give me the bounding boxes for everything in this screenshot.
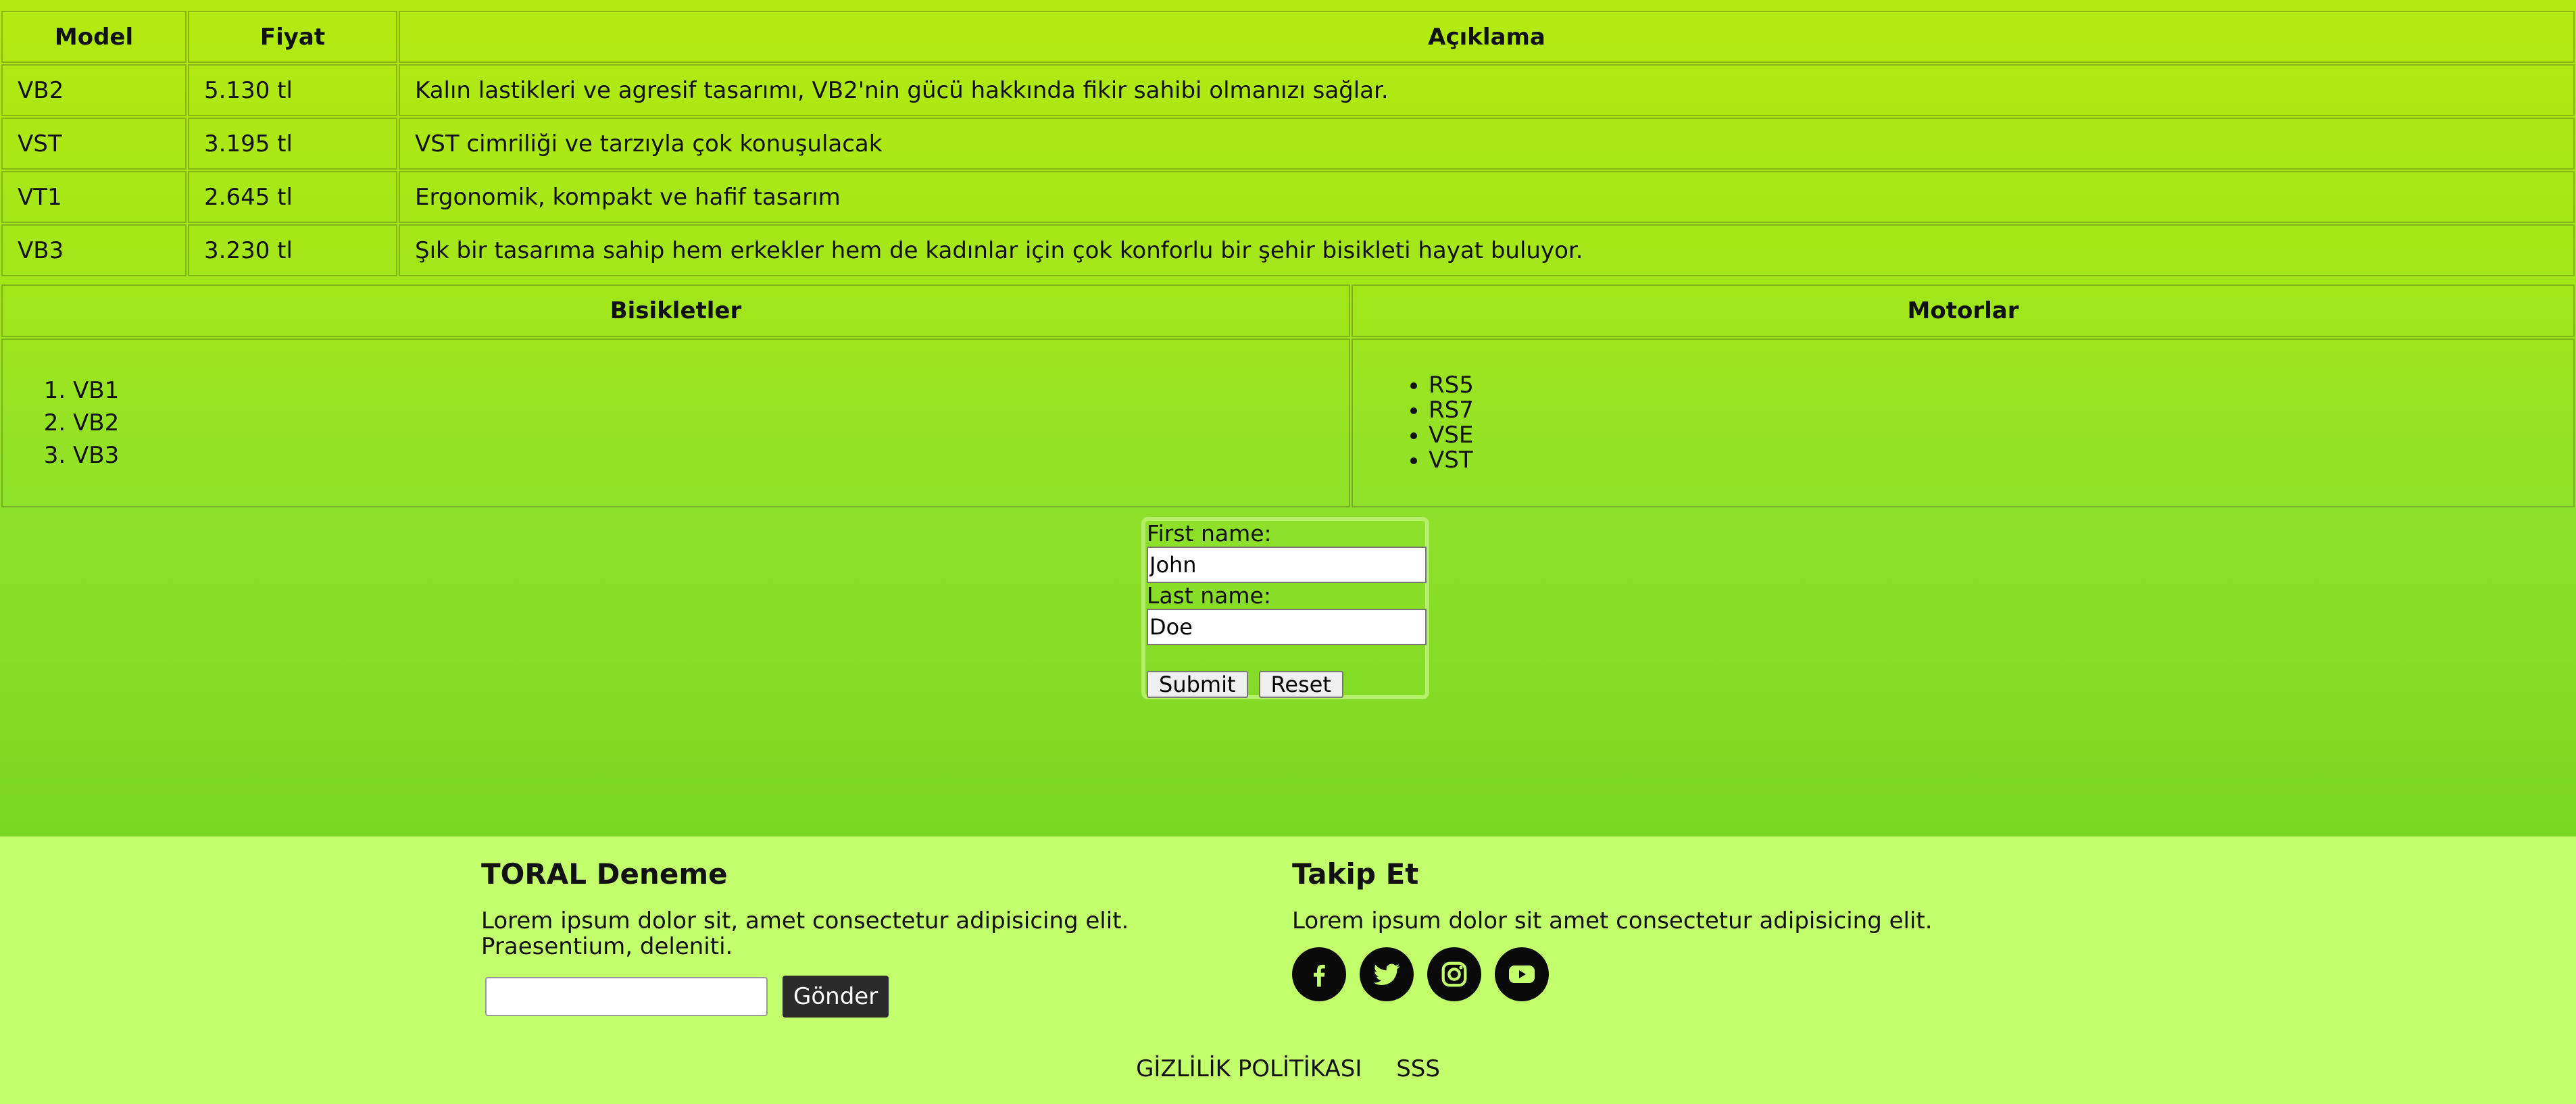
reset-button[interactable]: Reset (1258, 671, 1343, 698)
table-header-row: Bisikletler Motorlar (1, 284, 2575, 337)
facebook-icon[interactable] (1292, 947, 1346, 1001)
bicycles-cell: VB1 VB2 VB3 (1, 338, 1350, 507)
motors-cell: RS5 RS7 VSE VST (1352, 338, 2575, 507)
main-content: Model Fiyat Açıklama VB2 5.130 tl Kalın … (0, 0, 2576, 836)
cell-price: 3.195 tl (188, 118, 397, 170)
cell-price: 5.130 tl (188, 64, 397, 116)
youtube-icon[interactable] (1495, 947, 1549, 1001)
column-header-price: Fiyat (188, 11, 397, 63)
twitter-icon[interactable] (1360, 947, 1414, 1001)
footer-brand-title: TORAL Deneme (481, 857, 728, 890)
last-name-input[interactable] (1147, 609, 1427, 645)
table-row: VB3 3.230 tl Şık bir tasarıma sahip hem … (1, 224, 2575, 276)
table-row: VT1 2.645 tl Ergonomik, kompakt ve hafif… (1, 171, 2575, 223)
column-header-bicycles: Bisikletler (1, 284, 1350, 337)
footer-follow-text: Lorem ipsum dolor sit amet consectetur a… (1292, 907, 1933, 934)
cell-description: Ergonomik, kompakt ve hafif tasarım (399, 171, 2575, 223)
cell-model: VT1 (1, 171, 187, 223)
categories-table: Bisikletler Motorlar VB1 VB2 VB3 RS5 RS7… (0, 283, 2576, 509)
cell-model: VB3 (1, 224, 187, 276)
list-item: VB3 (73, 439, 1334, 472)
column-header-model: Model (1, 11, 187, 63)
list-item: VB2 (73, 407, 1334, 439)
newsletter-form: Gönder (481, 976, 1238, 1018)
footer-follow-title: Takip Et (1292, 857, 1419, 890)
products-table: Model Fiyat Açıklama VB2 5.130 tl Kalın … (0, 9, 2576, 278)
footer: TORAL Deneme Lorem ipsum dolor sit, amet… (0, 836, 2576, 1104)
cell-description: VST cimriliği ve tarzıyla çok konuşulaca… (399, 118, 2575, 170)
cell-description: Şık bir tasarıma sahip hem erkekler hem … (399, 224, 2575, 276)
footer-follow-section: Takip Et Lorem ipsum dolor sit amet cons… (1292, 857, 1968, 1001)
first-name-input[interactable] (1147, 547, 1427, 583)
table-row: VB1 VB2 VB3 RS5 RS7 VSE VST (1, 338, 2575, 507)
footer-links: GİZLİLİK POLİTİKASI SSS (0, 1055, 2576, 1082)
table-header-row: Model Fiyat Açıklama (1, 11, 2575, 63)
list-item: VB1 (73, 374, 1334, 407)
footer-brand-text: Lorem ipsum dolor sit, amet consectetur … (481, 907, 1129, 960)
table-row: VB2 5.130 tl Kalın lastikleri ve agresif… (1, 64, 2575, 116)
bicycles-list: VB1 VB2 VB3 (18, 374, 1334, 472)
send-button[interactable]: Gönder (783, 976, 889, 1018)
submit-button[interactable]: Submit (1147, 671, 1248, 698)
privacy-policy-link[interactable]: GİZLİLİK POLİTİKASI (1136, 1055, 1362, 1082)
faq-link[interactable]: SSS (1396, 1055, 1440, 1082)
social-links (1292, 947, 1968, 1001)
cell-model: VST (1, 118, 187, 170)
table-row: VST 3.195 tl VST cimriliği ve tarzıyla ç… (1, 118, 2575, 170)
list-item: VST (1429, 448, 2558, 473)
first-name-label: First name: (1147, 520, 1272, 547)
form-buttons: Submit Reset (1147, 671, 1425, 698)
footer-brand-section: TORAL Deneme Lorem ipsum dolor sit, amet… (481, 857, 1238, 1018)
column-header-motors: Motorlar (1352, 284, 2575, 337)
cell-description: Kalın lastikleri ve agresif tasarımı, VB… (399, 64, 2575, 116)
newsletter-input[interactable] (485, 977, 768, 1016)
page: Model Fiyat Açıklama VB2 5.130 tl Kalın … (0, 0, 2576, 1104)
name-form: First name: Last name: Submit Reset (1141, 517, 1429, 699)
column-header-description: Açıklama (399, 11, 2575, 63)
list-item: RS7 (1429, 398, 2558, 423)
cell-price: 3.230 tl (188, 224, 397, 276)
motors-list: RS5 RS7 VSE VST (1368, 373, 2558, 473)
list-item: VSE (1429, 423, 2558, 448)
last-name-label: Last name: (1147, 582, 1271, 609)
instagram-icon[interactable] (1427, 947, 1481, 1001)
cell-model: VB2 (1, 64, 187, 116)
list-item: RS5 (1429, 373, 2558, 398)
cell-price: 2.645 tl (188, 171, 397, 223)
